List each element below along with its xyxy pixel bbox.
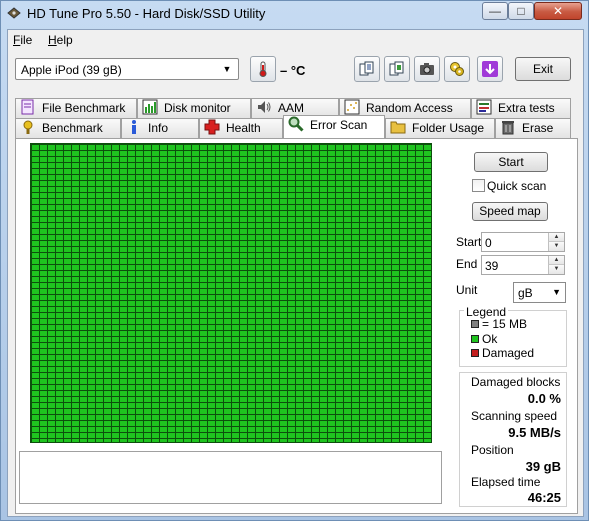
benchmark-icon [23,120,33,134]
tab-label: File Benchmark [42,101,126,115]
damaged-blocks-label: Damaged blocks [471,375,561,389]
start-field-label: Start [456,235,482,249]
app-window: HD Tune Pro 5.50 - Hard Disk/SSD Utility… [0,0,589,521]
exit-button[interactable]: Exit [515,57,571,81]
save-icon [482,61,498,77]
tab-label: Health [226,121,261,135]
speed-map-button[interactable]: Speed map [472,202,548,221]
tab-label: Benchmark [42,121,103,135]
window-title: HD Tune Pro 5.50 - Hard Disk/SSD Utility [27,6,266,21]
copy-info-icon [389,61,404,76]
tab-health[interactable]: Health [199,118,283,138]
position-label: Position [471,443,514,457]
tab-label: Disk monitor [164,101,231,115]
extra-tests-icon [476,99,492,115]
tab-file-benchmark[interactable]: File Benchmark [15,98,137,118]
menu-file[interactable]: File [13,33,32,47]
client-area: File Help Apple iPod (39 gB) ▼ – °C Exit… [7,29,584,517]
maximize-button[interactable]: □ [508,2,534,20]
tab-extra-tests[interactable]: Extra tests [471,98,571,118]
start-input-value: 0 [485,236,492,250]
magnifier-icon [288,116,304,132]
tab-label: Extra tests [498,101,555,115]
menu-bar: File Help [8,30,583,50]
menu-help-rest: elp [56,33,73,47]
temperature-button[interactable] [250,56,276,82]
spin-down-icon[interactable]: ▼ [548,242,564,251]
end-input[interactable]: 39 ▲ ▼ [481,255,565,275]
position-value: 39 gB [525,459,561,474]
random-access-icon [344,99,360,115]
options-button[interactable] [444,56,470,82]
error-scan-block-map [30,143,432,443]
legend-block-size: = 15 MB [482,317,528,331]
tab-erase[interactable]: Erase [495,118,571,138]
thermometer-icon [259,61,267,77]
quick-scan-checkbox[interactable] [472,179,485,192]
spin-down-icon[interactable]: ▼ [548,265,564,274]
quick-scan-label: Quick scan [487,179,547,193]
aam-speaker-icon [258,101,271,113]
info-icon [132,120,136,134]
drive-select[interactable]: Apple iPod (39 gB) ▼ [15,58,239,80]
legend-swatch-block [471,320,479,328]
disk-monitor-icon [142,99,158,115]
menu-file-rest: ile [20,33,33,47]
save-button[interactable] [477,56,503,82]
tab-benchmark[interactable]: Benchmark [15,118,121,138]
tab-label: Random Access [366,101,453,115]
temperature-readout: – °C [280,63,306,78]
chevron-down-icon: ▼ [222,64,232,74]
scanning-speed-value: 9.5 MB/s [508,425,561,440]
legend-ok: Ok [482,332,498,346]
screenshot-button[interactable] [414,56,440,82]
end-input-value: 39 [485,259,499,273]
tab-error-scan[interactable]: Error Scan [283,115,385,138]
tab-info[interactable]: Info [121,118,199,138]
health-cross-icon [204,119,220,135]
tab-folder-usage[interactable]: Folder Usage [385,118,495,138]
legend-swatch-ok [471,335,479,343]
unit-label: Unit [456,283,478,297]
legend-swatch-damaged [471,349,479,357]
copy-text-button[interactable] [354,56,380,82]
tab-label: Folder Usage [412,121,485,135]
title-bar[interactable]: HD Tune Pro 5.50 - Hard Disk/SSD Utility… [1,1,588,27]
minimize-button[interactable]: — [482,2,508,20]
unit-select-value: gB [518,286,533,300]
start-input[interactable]: 0 ▲ ▼ [481,232,565,252]
tab-disk-monitor[interactable]: Disk monitor [137,98,251,118]
drive-select-value: Apple iPod (39 gB) [21,63,122,77]
trash-icon [502,121,514,135]
scanning-speed-label: Scanning speed [471,409,558,423]
close-button[interactable]: ✕ [534,2,582,20]
legend-damaged: Damaged [482,346,535,360]
tab-label: Error Scan [310,118,368,132]
tab-label: AAM [278,101,305,115]
copy-info-button[interactable] [384,56,410,82]
menu-help-accel: H [48,33,57,47]
error-scan-panel: Start Quick scan Speed map Start 0 ▲ ▼ E… [15,138,578,514]
options-icon [450,62,464,76]
spin-up-icon[interactable]: ▲ [548,233,564,242]
copy-text-icon [359,61,374,76]
scan-log[interactable] [19,451,442,504]
file-benchmark-icon [21,99,34,115]
app-icon [7,7,21,19]
chevron-down-icon: ▼ [552,287,561,297]
spin-up-icon[interactable]: ▲ [548,256,564,265]
camera-icon [420,63,434,75]
start-button[interactable]: Start [474,152,548,172]
folder-icon [390,121,406,134]
menu-help[interactable]: Help [48,33,73,47]
damaged-blocks-value: 0.0 % [527,391,561,406]
tab-label: Info [148,121,169,135]
unit-select[interactable]: gB ▼ [513,282,566,303]
tab-label: Erase [522,121,554,135]
elapsed-time-label: Elapsed time [471,475,541,489]
elapsed-time-value: 46:25 [527,490,561,505]
end-field-label: End [456,257,478,271]
